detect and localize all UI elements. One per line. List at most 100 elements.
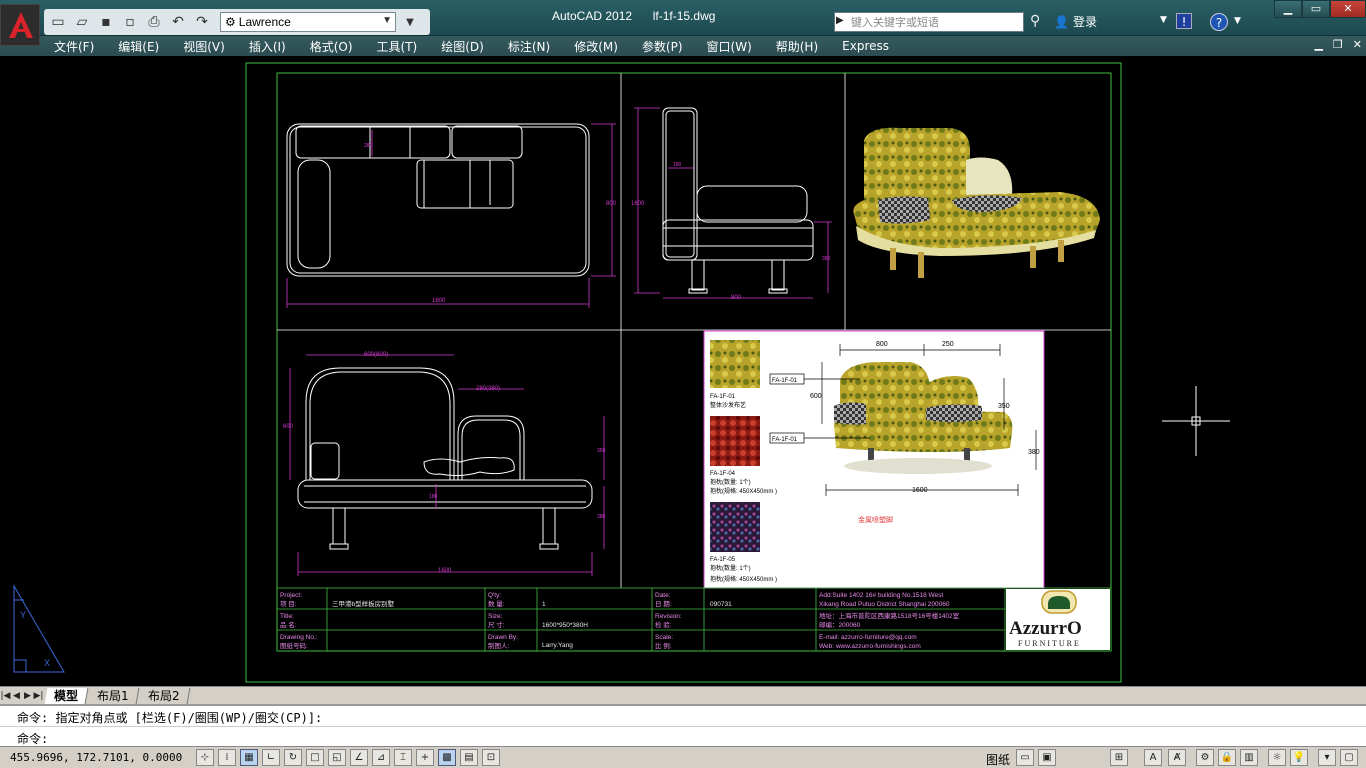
- material-code-2: FA-1F-04: [710, 471, 736, 477]
- menu-parametric[interactable]: 参数(P): [642, 38, 683, 55]
- tab-layout1[interactable]: 布局1: [87, 687, 140, 704]
- menu-draw[interactable]: 绘图(D): [441, 38, 484, 55]
- menu-file[interactable]: 文件(F): [54, 38, 94, 55]
- menu-modify[interactable]: 修改(M): [574, 38, 618, 55]
- snap-mode-icon[interactable]: ⁞: [218, 749, 236, 766]
- status-menu-icon[interactable]: ▾: [1318, 749, 1336, 766]
- svg-text:X: X: [44, 658, 50, 668]
- quick-view-drawings-icon[interactable]: ▣: [1038, 749, 1056, 766]
- top-inner-dim: 280: [364, 143, 373, 149]
- paper-model-toggle[interactable]: 图纸: [986, 751, 1010, 768]
- title-label-cn: 品 名:: [280, 620, 297, 629]
- chevron-down-icon[interactable]: ▼: [1160, 15, 1167, 25]
- menu-dimension[interactable]: 标注(N): [508, 38, 550, 55]
- side-height-dim: 1600: [631, 201, 645, 207]
- first-tab-icon[interactable]: |◀: [0, 691, 11, 701]
- drawing-no-label-en: Drawing No.:: [280, 634, 318, 641]
- login-label: 登录: [1072, 15, 1097, 29]
- menu-insert[interactable]: 插入(I): [249, 38, 286, 55]
- drawn-by-value: Larry.Yang: [542, 642, 573, 649]
- autocad-logo-icon: [9, 12, 33, 38]
- workspace-switch-icon[interactable]: ⚙: [1196, 749, 1214, 766]
- workspace-dropdown[interactable]: ⚙ Lawrence ▼: [220, 12, 396, 32]
- redo-icon[interactable]: ↷: [192, 12, 212, 32]
- tab-layout2[interactable]: 布局2: [138, 687, 190, 704]
- sofa-side-view: [662, 107, 814, 294]
- annotation-visibility-icon[interactable]: Ⱥ: [1168, 749, 1186, 766]
- dynamic-input-icon[interactable]: ⌶: [394, 749, 412, 766]
- isolate-objects-icon[interactable]: ☼: [1268, 749, 1286, 766]
- menu-view[interactable]: 视图(V): [183, 38, 225, 55]
- title-block-text: Project: 项 目: 三甲港b型样板房别墅 Q'ty: 数 量: 1 Da…: [280, 592, 960, 650]
- date-label-en: Date:: [655, 592, 671, 599]
- project-label-cn: 项 目:: [280, 600, 297, 608]
- polar-tracking-icon[interactable]: ↻: [284, 749, 302, 766]
- restore-button[interactable]: ▭: [1302, 0, 1330, 18]
- undo-icon[interactable]: ↶: [168, 12, 188, 32]
- chevron-down-icon[interactable]: ▼: [1234, 16, 1241, 26]
- minimize-button[interactable]: ▁: [1274, 0, 1302, 18]
- drawing-canvas[interactable]: 1600 800 280 1600 800 180 380 600(800) 2…: [2, 58, 1366, 686]
- lightbulb-icon[interactable]: 💡: [1290, 749, 1308, 766]
- menu-window[interactable]: 窗口(W): [707, 38, 752, 55]
- save-as-icon[interactable]: ▫: [120, 12, 140, 32]
- menu-format[interactable]: 格式(O): [310, 38, 353, 55]
- dynamic-ucs-icon[interactable]: ⊿: [372, 749, 390, 766]
- front-height-dim: 600: [283, 424, 294, 430]
- menu-edit[interactable]: 编辑(E): [118, 38, 159, 55]
- infer-constraints-icon[interactable]: ⊹: [196, 749, 214, 766]
- user-icon: 👤: [1054, 14, 1069, 29]
- document-controls: ▁ ❐ ✕: [1314, 38, 1362, 51]
- material-swatch-2: [710, 416, 760, 466]
- file-name: lf-1f-15.dwg: [652, 9, 716, 23]
- menu-help[interactable]: 帮助(H): [776, 38, 818, 55]
- doc-minimize-button[interactable]: ▁: [1314, 38, 1322, 51]
- application-menu-button[interactable]: [0, 4, 40, 46]
- quick-properties-icon[interactable]: ▤: [460, 749, 478, 766]
- date-label-cn: 日 期:: [655, 600, 672, 608]
- 3d-object-snap-icon[interactable]: ◱: [328, 749, 346, 766]
- last-tab-icon[interactable]: ▶|: [33, 691, 44, 701]
- front-base-dim: 180: [429, 494, 438, 500]
- print-icon[interactable]: ⎙: [144, 12, 164, 32]
- help-icon[interactable]: ?: [1210, 13, 1228, 31]
- command-prompt[interactable]: 命令:: [17, 730, 48, 747]
- hardware-accel-icon[interactable]: ▥: [1240, 749, 1258, 766]
- object-snap-tracking-icon[interactable]: ∠: [350, 749, 368, 766]
- next-tab-icon[interactable]: ▶: [22, 691, 33, 701]
- sofa-front-view: [297, 367, 593, 550]
- doc-close-button[interactable]: ✕: [1353, 38, 1362, 51]
- selection-cycling-icon[interactable]: ⊡: [482, 749, 500, 766]
- front-width-dim: 1600: [438, 568, 452, 574]
- prev-tab-icon[interactable]: ◀: [11, 691, 22, 701]
- clean-screen-icon[interactable]: ▢: [1340, 749, 1358, 766]
- annotation-scale-icon[interactable]: A: [1144, 749, 1162, 766]
- qty-label-cn: 数 量:: [488, 599, 505, 608]
- close-button[interactable]: ✕: [1330, 0, 1366, 18]
- grid-display-icon[interactable]: ▦: [240, 749, 258, 766]
- command-line[interactable]: 命令: 指定对角点或 [栏选(F)/圈围(WP)/圈交(CP)]: 命令:: [0, 704, 1366, 746]
- scale-label-en: Scale:: [655, 634, 673, 641]
- lock-toolbar-icon[interactable]: 🔒: [1218, 749, 1236, 766]
- save-icon[interactable]: ▪: [96, 12, 116, 32]
- binoculars-icon[interactable]: ⚲: [1030, 13, 1040, 29]
- material-code-3: FA-1F-05: [710, 557, 736, 563]
- open-file-icon[interactable]: ▱: [72, 12, 92, 32]
- maximize-viewport-icon[interactable]: ⊞: [1110, 749, 1128, 766]
- menu-tools[interactable]: 工具(T): [377, 38, 418, 55]
- lineweight-icon[interactable]: +: [416, 749, 434, 766]
- exchange-icon[interactable]: !: [1176, 13, 1192, 29]
- object-snap-icon[interactable]: □: [306, 749, 324, 766]
- doc-restore-button[interactable]: ❐: [1333, 38, 1343, 51]
- new-file-icon[interactable]: ▭: [48, 12, 68, 32]
- transparency-icon[interactable]: ▩: [438, 749, 456, 766]
- login-button[interactable]: 👤 登录: [1054, 13, 1097, 30]
- search-input[interactable]: ▶ 键入关键字或短语: [834, 12, 1024, 32]
- qat-customize-icon[interactable]: ▼: [400, 12, 420, 32]
- tab-model[interactable]: 模型: [44, 687, 89, 704]
- ortho-mode-icon[interactable]: ∟: [262, 749, 280, 766]
- coordinate-readout[interactable]: 455.9696, 172.7101, 0.0000: [10, 751, 182, 764]
- menu-express[interactable]: Express: [842, 39, 889, 53]
- callout-1: FA-1F-01: [772, 378, 798, 384]
- quick-view-layouts-icon[interactable]: ▭: [1016, 749, 1034, 766]
